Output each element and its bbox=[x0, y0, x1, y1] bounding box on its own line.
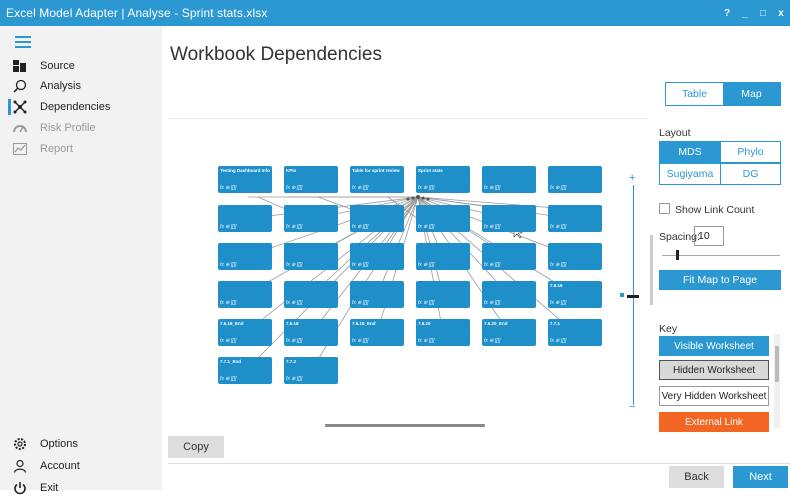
sidebar-item-options[interactable]: Options bbox=[0, 434, 162, 454]
tab-map[interactable]: Map bbox=[723, 83, 780, 105]
worksheet-node[interactable]: fx ⊕ [[]] bbox=[350, 205, 404, 232]
sidebar-item-label: Analysis bbox=[40, 80, 81, 92]
sidebar-item-label: Options bbox=[40, 438, 78, 450]
worksheet-node[interactable]: fx ⊕ [[]] bbox=[548, 243, 602, 270]
zoom-slider-thumb[interactable] bbox=[627, 295, 639, 298]
title-bar: Excel Model Adapter | Analyse - Sprint s… bbox=[0, 0, 790, 26]
layout-row-1: MDS Phylo bbox=[659, 141, 781, 163]
worksheet-node[interactable]: fx ⊕ [[]] bbox=[284, 243, 338, 270]
sidebar-item-label: Report bbox=[40, 143, 74, 155]
zoom-in-icon[interactable]: + bbox=[629, 172, 635, 184]
worksheet-node[interactable]: fx ⊕ [[]] bbox=[416, 205, 470, 232]
vertical-scrollbar[interactable] bbox=[650, 235, 653, 305]
zoom-marker bbox=[620, 293, 624, 297]
divider bbox=[168, 463, 790, 464]
layout-phylo-button[interactable]: Phylo bbox=[719, 142, 780, 162]
copy-button[interactable]: Copy bbox=[168, 436, 224, 458]
worksheet-node[interactable]: KPIs fx ⊕ [[]] bbox=[284, 166, 338, 193]
sidebar-item-label: Risk Profile bbox=[40, 122, 96, 134]
worksheet-node[interactable]: fx ⊕ [[]] bbox=[218, 205, 272, 232]
minimize-button[interactable]: _ bbox=[736, 8, 754, 19]
gear-icon bbox=[0, 437, 40, 451]
key-label: Key bbox=[659, 323, 678, 335]
tab-table[interactable]: Table bbox=[666, 83, 723, 105]
page-title: Workbook Dependencies bbox=[170, 44, 382, 65]
key-external-link: External Link bbox=[659, 412, 769, 432]
sidebar-item-dependencies[interactable]: Dependencies bbox=[0, 97, 162, 117]
layout-row-2: Sugiyama DG bbox=[659, 163, 781, 185]
worksheet-node[interactable]: 7.7.1_End fx ⊕ [[]] bbox=[218, 357, 272, 384]
network-icon bbox=[0, 100, 40, 114]
worksheet-node[interactable]: fx ⊕ [[]] bbox=[548, 205, 602, 232]
spacing-input[interactable]: 10 bbox=[694, 226, 724, 246]
fit-map-to-page-button[interactable]: Fit Map to Page bbox=[659, 270, 781, 290]
show-link-count-checkbox[interactable] bbox=[659, 203, 670, 214]
zoom-out-icon[interactable]: − bbox=[629, 401, 635, 413]
worksheet-node[interactable]: fx ⊕ [[]] bbox=[284, 281, 338, 308]
back-button[interactable]: Back bbox=[669, 466, 724, 488]
sidebar-item-label: Exit bbox=[40, 482, 59, 494]
sidebar-item-label: Source bbox=[40, 60, 75, 72]
close-button[interactable]: x bbox=[772, 8, 790, 19]
source-icon bbox=[0, 60, 40, 72]
layout-mds-button[interactable]: MDS bbox=[660, 142, 720, 162]
key-very-hidden-worksheet: Very Hidden Worksheet bbox=[659, 386, 769, 406]
worksheet-node[interactable]: 7.6.20_End fx ⊕ [[]] bbox=[482, 319, 536, 346]
spacing-slider-track[interactable] bbox=[662, 255, 780, 256]
hamburger-menu-icon[interactable] bbox=[15, 36, 31, 48]
worksheet-node[interactable]: fx ⊕ [[]] bbox=[482, 166, 536, 193]
horizontal-scrollbar[interactable] bbox=[325, 424, 485, 427]
worksheet-node[interactable]: 7.6.18_End fx ⊕ [[]] bbox=[350, 319, 404, 346]
worksheet-node[interactable]: fx ⊕ [[]] bbox=[350, 281, 404, 308]
worksheet-node[interactable]: fx ⊕ [[]] bbox=[350, 243, 404, 270]
worksheet-node[interactable]: 7.6.18_End fx ⊕ [[]] bbox=[218, 319, 272, 346]
window-title: Excel Model Adapter | Analyse - Sprint s… bbox=[6, 6, 268, 20]
worksheet-node[interactable]: fx ⊕ [[]] bbox=[416, 243, 470, 270]
sidebar-item-risk-profile[interactable]: Risk Profile bbox=[0, 118, 162, 138]
worksheet-node[interactable]: 7.6.16 fx ⊕ [[]] bbox=[548, 281, 602, 308]
key-hidden-worksheet: Hidden Worksheet bbox=[659, 360, 769, 380]
power-icon bbox=[0, 481, 40, 495]
worksheet-node[interactable]: Table for sprint review fx ⊕ [[]] bbox=[350, 166, 404, 193]
worksheet-node[interactable]: Testing Dashboard Info fx ⊕ [[]] bbox=[218, 166, 272, 193]
worksheet-node[interactable]: 7.5.18 fx ⊕ [[]] bbox=[284, 319, 338, 346]
sidebar-item-account[interactable]: Account bbox=[0, 456, 162, 476]
user-icon bbox=[0, 459, 40, 473]
sidebar-item-exit[interactable]: Exit bbox=[0, 478, 162, 498]
worksheet-node[interactable]: 7.6.20 fx ⊕ [[]] bbox=[416, 319, 470, 346]
worksheet-node[interactable]: fx ⊕ [[]] bbox=[482, 281, 536, 308]
layout-dg-button[interactable]: DG bbox=[719, 164, 780, 184]
sidebar-item-label: Account bbox=[40, 460, 80, 472]
report-icon bbox=[0, 143, 40, 155]
worksheet-node[interactable]: fx ⊕ [[]] bbox=[482, 205, 536, 232]
maximize-button[interactable]: □ bbox=[754, 8, 772, 19]
sidebar-item-report[interactable]: Report bbox=[0, 139, 162, 159]
worksheet-node[interactable]: 7.7.2 fx ⊕ [[]] bbox=[284, 357, 338, 384]
worksheet-node[interactable]: fx ⊕ [[]] bbox=[548, 166, 602, 193]
dependency-map[interactable]: Testing Dashboard Info fx ⊕ [[]] KPIs fx ⊕… bbox=[168, 118, 648, 428]
worksheet-node[interactable]: fx ⊕ [[]] bbox=[482, 243, 536, 270]
key-scrollbar[interactable] bbox=[774, 334, 780, 428]
view-toggle: Table Map bbox=[665, 82, 781, 106]
worksheet-node[interactable]: fx ⊕ [[]] bbox=[218, 281, 272, 308]
sidebar: Source Analysis Dependencies Risk Profil… bbox=[0, 26, 162, 495]
worksheet-node[interactable]: fx ⊕ [[]] bbox=[416, 281, 470, 308]
sidebar-item-analysis[interactable]: Analysis bbox=[0, 76, 162, 96]
risk-icon bbox=[0, 122, 40, 134]
worksheet-node[interactable]: 7.7.1 fx ⊕ [[]] bbox=[548, 319, 602, 346]
worksheet-node[interactable]: fx ⊕ [[]] bbox=[218, 243, 272, 270]
worksheet-node[interactable]: Sprint stats fx ⊕ [[]] bbox=[416, 166, 470, 193]
layout-label: Layout bbox=[659, 127, 691, 139]
spacing-slider-thumb[interactable] bbox=[676, 250, 679, 260]
sidebar-item-source[interactable]: Source bbox=[0, 56, 162, 76]
help-button[interactable]: ? bbox=[718, 8, 736, 19]
worksheet-node[interactable]: fx ⊕ [[]] bbox=[284, 205, 338, 232]
show-link-count-label: Show Link Count bbox=[675, 204, 755, 216]
next-button[interactable]: Next bbox=[733, 466, 788, 488]
search-icon bbox=[0, 79, 40, 93]
sidebar-item-label: Dependencies bbox=[40, 101, 111, 113]
key-visible-worksheet: Visible Worksheet bbox=[659, 336, 769, 356]
layout-sugiyama-button[interactable]: Sugiyama bbox=[660, 164, 720, 184]
